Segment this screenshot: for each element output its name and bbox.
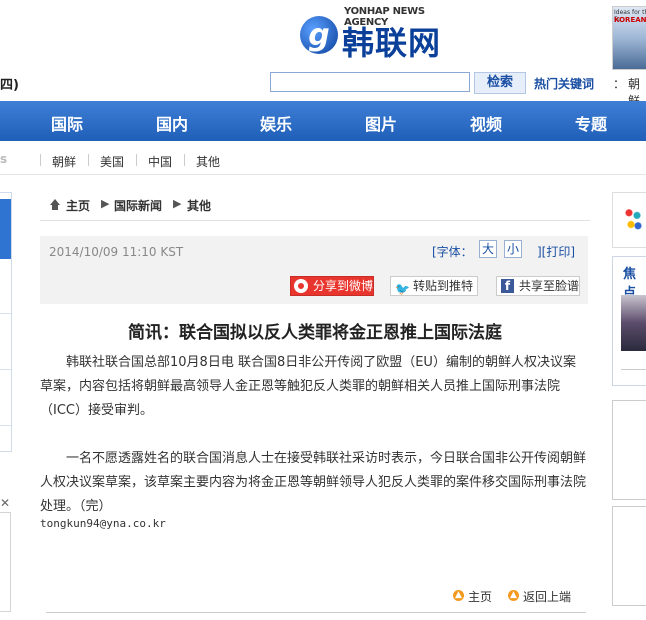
right-box (612, 506, 646, 606)
ad-brand: KOREAN (614, 16, 646, 24)
subnav-usa[interactable]: 美国 (100, 153, 124, 170)
up-arrow-icon: ▲ (453, 590, 464, 601)
font-small-button[interactable]: 小 (504, 240, 522, 258)
search-button[interactable]: 检索 (474, 72, 526, 94)
subnav-other[interactable]: 其他 (196, 153, 220, 170)
subnav-divider (40, 154, 41, 166)
focus-image[interactable] (621, 295, 646, 351)
back-to-top-link[interactable]: 返回上端 (523, 588, 571, 605)
breadcrumb-separator: ▶ (101, 197, 110, 210)
ad-banner[interactable]: Ideas for the Fu KOREAN (612, 6, 646, 70)
article-title: 简讯：联合国拟以反人类罪将金正恩推上国际法庭 (128, 323, 502, 343)
right-banner[interactable] (612, 192, 646, 248)
nav-special[interactable]: 专题 (575, 111, 607, 135)
left-sidebar-active[interactable] (0, 199, 11, 259)
twitter-bird-icon: 🐦 (395, 282, 410, 296)
breadcrumb-international[interactable]: 国际新闻 (114, 197, 162, 214)
nav-photos[interactable]: 图片 (365, 111, 397, 135)
breadcrumb-other[interactable]: 其他 (187, 197, 211, 214)
subnav-china[interactable]: 中国 (148, 153, 172, 170)
share-weibo-button[interactable]: 分享到微博 (290, 276, 374, 296)
font-size-label: [字体： (432, 245, 473, 259)
home-icon-body (52, 205, 58, 210)
search-input[interactable] (270, 72, 470, 92)
hot-keywords-colon: ： (613, 77, 626, 91)
font-large-button[interactable]: 大 (479, 240, 497, 258)
nav-international[interactable]: 国际 (51, 111, 83, 135)
share-twitter-label: 转贴到推特 (413, 279, 474, 293)
facebook-icon: f (501, 279, 514, 293)
divider (0, 369, 11, 370)
left-ad-box (0, 512, 11, 612)
print-link[interactable]: ][打印] (537, 243, 575, 260)
subnav-north-korea[interactable]: 朝鲜 (52, 153, 76, 170)
breadcrumb-home[interactable]: 主页 (66, 197, 90, 214)
logo-g-icon: g (300, 16, 338, 54)
divider (0, 313, 11, 314)
article-paragraph: 一名不愿透露姓名的联合国消息人士在接受韩联社采访时表示，今日联合国非公开传阅朝鲜… (40, 451, 587, 514)
up-arrow-icon: ▲ (508, 590, 519, 601)
share-facebook-label: 共享至脸谱 (519, 279, 580, 293)
subnav-divider (184, 154, 185, 166)
subnav-divider (88, 154, 89, 166)
close-icon[interactable]: ✕ (0, 496, 10, 510)
yonhap-logo[interactable]: g YONHAP NEWS AGENCY 韩联网 (300, 6, 470, 62)
divider (621, 369, 646, 370)
share-twitter-button[interactable]: 🐦 转贴到推特 (390, 276, 478, 296)
breadcrumb-divider (40, 220, 590, 221)
article-meta: 2014/10/09 11:10 KST [字体： 大 小 ][打印] 分享到微… (40, 236, 588, 304)
divider (0, 425, 11, 426)
left-sidebar (0, 192, 12, 452)
main-nav: 国际 国内 娱乐 图片 视频 专题 (0, 101, 646, 141)
weibo-icon (294, 279, 308, 293)
share-facebook-button[interactable]: f 共享至脸谱 (496, 276, 580, 296)
right-box (612, 400, 646, 500)
subnav-prefix: s (0, 152, 8, 166)
colorful-logo-icon (623, 205, 643, 231)
nav-domestic[interactable]: 国内 (156, 111, 188, 135)
author-email[interactable]: tongkun94@yna.co.kr (40, 517, 166, 530)
nav-entertainment[interactable]: 娱乐 (260, 111, 292, 135)
article-datetime: 2014/10/09 11:10 KST (49, 245, 184, 259)
share-weibo-label: 分享到微博 (313, 279, 374, 293)
article-paragraph: 韩联社联合国总部10月8日电 联合国8日非公开传阅了欧盟（EU）编制的朝鲜人权决… (40, 355, 576, 418)
hot-keywords-label: 热门关键词 (534, 77, 595, 91)
footer-divider (46, 612, 586, 613)
subnav-divider (136, 154, 137, 166)
breadcrumb-separator: ▶ (173, 197, 182, 210)
date-fragment: 四) (0, 78, 19, 93)
footer-home-link[interactable]: 主页 (468, 588, 492, 605)
nav-video[interactable]: 视频 (470, 111, 502, 135)
sub-nav: s 朝鲜 美国 中国 其他 (0, 146, 646, 175)
logo-chinese: 韩联网 (342, 24, 442, 62)
focus-panel: 焦点 (612, 256, 646, 386)
